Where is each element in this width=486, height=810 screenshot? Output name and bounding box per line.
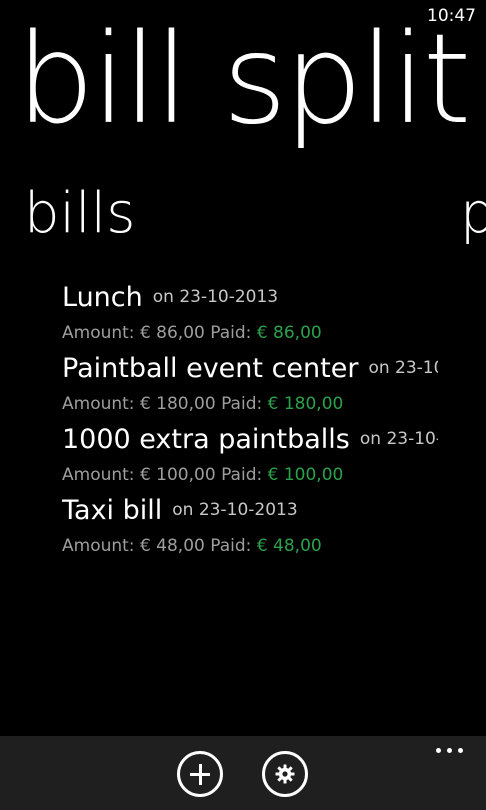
- add-bill-button[interactable]: [177, 751, 223, 797]
- paid-label: Paid:: [221, 465, 263, 485]
- bill-item[interactable]: Paintball event center on 23-10-2013 Amou…: [62, 347, 438, 418]
- application-bar: [0, 736, 486, 810]
- amount-value: € 100,00: [139, 465, 216, 485]
- more-options-button[interactable]: [434, 742, 466, 758]
- pivot-header-bills[interactable]: bills: [24, 186, 135, 242]
- bill-name: Lunch: [62, 282, 143, 313]
- settings-button[interactable]: [262, 751, 308, 797]
- amount-label: Amount:: [62, 323, 135, 343]
- amount-value: € 86,00: [139, 323, 205, 343]
- amount-label: Amount:: [62, 394, 135, 414]
- bill-item[interactable]: Taxi bill on 23-10-2013 Amount: € 48,00 P…: [62, 489, 438, 560]
- bill-item[interactable]: Lunch on 23-10-2013 Amount: € 86,00 Paid:…: [62, 276, 438, 347]
- bill-date: on 23-10-2013: [359, 429, 438, 449]
- pivot-header-next[interactable]: p: [460, 186, 486, 242]
- paid-value: € 48,00: [256, 536, 322, 556]
- amount-label: Amount:: [62, 536, 135, 556]
- paid-value: € 100,00: [267, 465, 344, 485]
- amount-value: € 180,00: [139, 394, 216, 414]
- paid-label: Paid:: [210, 536, 252, 556]
- bill-name: 1000 extra paintballs: [62, 424, 350, 455]
- bill-name: Paintball event center: [62, 353, 359, 384]
- app-title: bill split: [16, 8, 471, 152]
- amount-value: € 48,00: [139, 536, 205, 556]
- ellipsis-icon: [436, 748, 441, 753]
- bill-date: on 23-10-2013: [152, 287, 279, 307]
- bill-item[interactable]: 1000 extra paintballs on 23-10-2013 Amoun…: [62, 418, 438, 489]
- paid-label: Paid:: [210, 323, 252, 343]
- bill-list: Lunch on 23-10-2013 Amount: € 86,00 Paid:…: [62, 276, 438, 560]
- bill-name: Taxi bill: [62, 495, 163, 526]
- paid-label: Paid:: [221, 394, 263, 414]
- paid-value: € 180,00: [267, 394, 344, 414]
- paid-value: € 86,00: [256, 323, 322, 343]
- amount-label: Amount:: [62, 465, 135, 485]
- settings-gear-icon: [275, 764, 295, 784]
- bill-date: on 23-10-2013: [172, 500, 298, 520]
- bill-date: on 23-10-2013: [368, 358, 438, 378]
